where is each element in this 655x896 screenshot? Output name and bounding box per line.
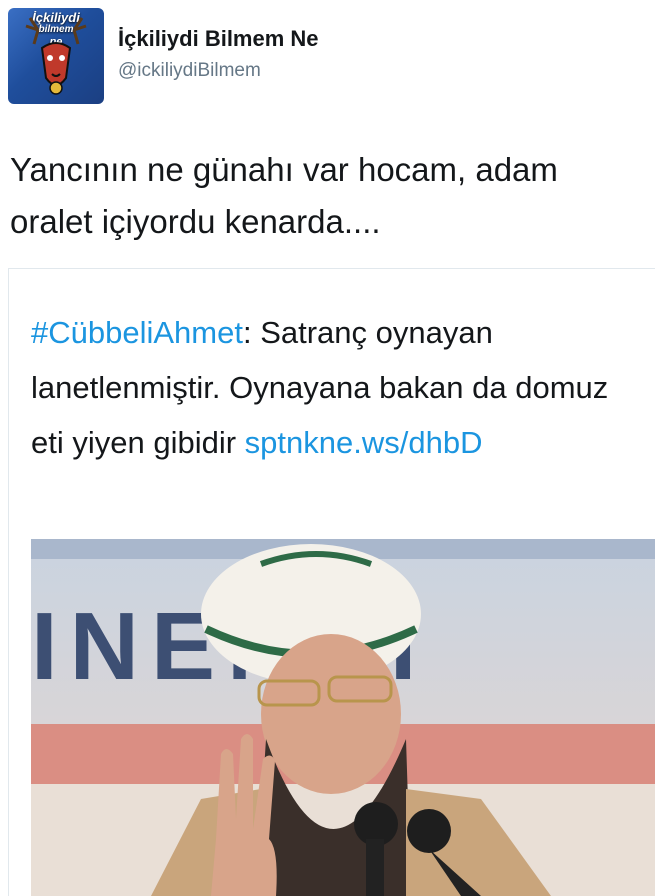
avatar[interactable]: İçkiliydi bilmem ne: [8, 8, 104, 104]
username-handle[interactable]: @ickiliydiBilmem: [118, 60, 261, 82]
tweet-text: Yancının ne günahı var hocam, adam orale…: [10, 151, 558, 240]
quoted-tweet-card[interactable]: #CübbeliAhmet: Satranç oynayan lanetlenm…: [8, 268, 655, 896]
quoted-photo[interactable]: INENKI: [31, 539, 655, 896]
deer-icon: [25, 17, 87, 95]
hashtag-link[interactable]: #CübbeliAhmet: [31, 315, 243, 350]
quoted-tweet-text: #CübbeliAhmet: Satranç oynayan lanetlenm…: [31, 305, 611, 470]
url-link[interactable]: sptnkne.ws/dhbD: [245, 425, 483, 460]
photo-illustration: INENKI: [31, 539, 655, 896]
display-name[interactable]: İçkiliydi Bilmem Ne: [118, 26, 319, 52]
tweet-header: İçkiliydi bilmem ne İçkiliydi Bilmem Ne …: [0, 0, 655, 110]
